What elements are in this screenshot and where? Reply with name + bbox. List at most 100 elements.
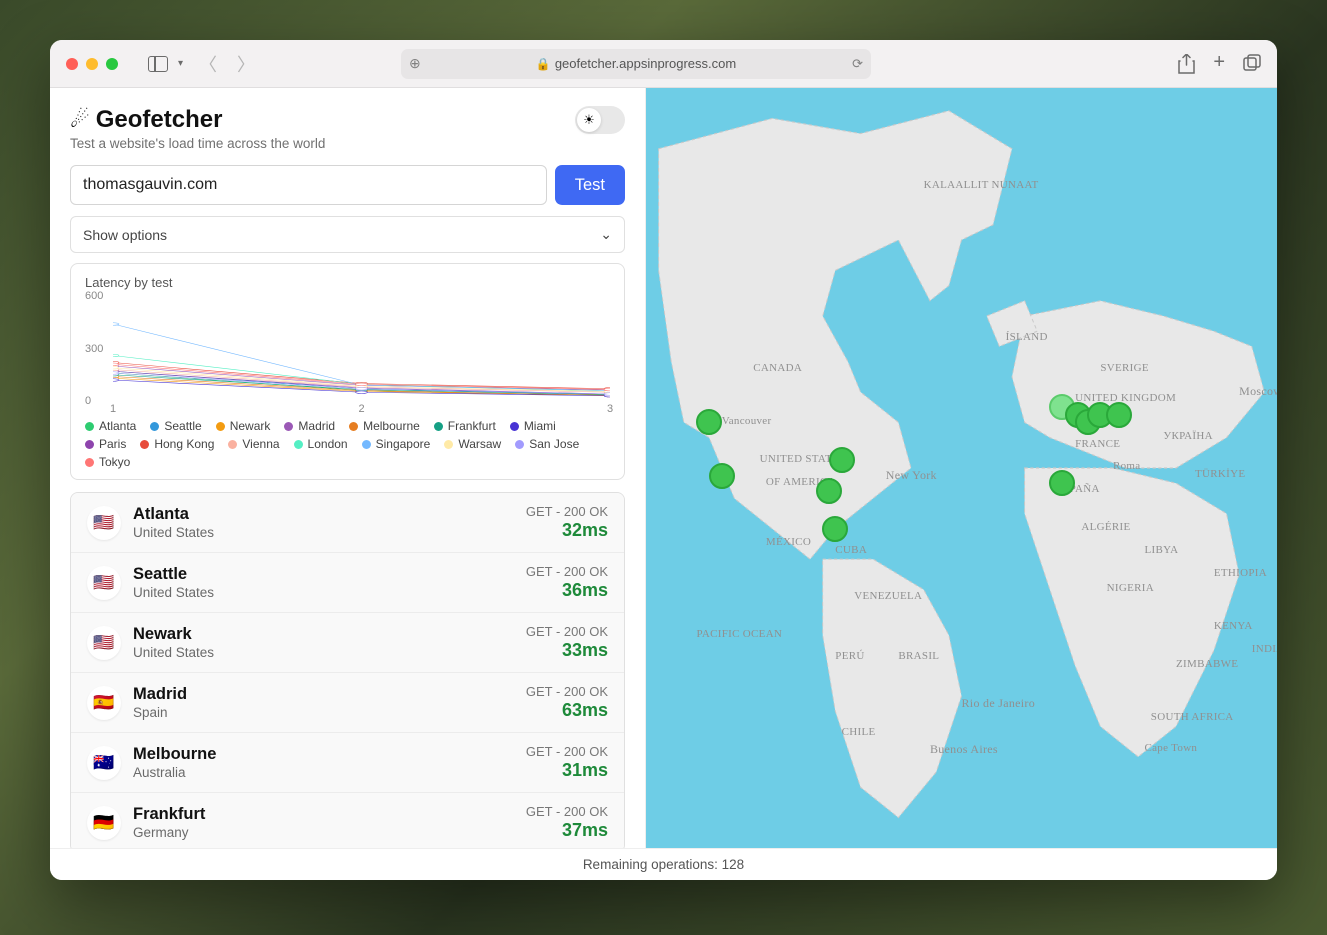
legend-dot-icon xyxy=(444,440,453,449)
map-label: УКРАЇНА xyxy=(1163,430,1212,442)
legend-dot-icon xyxy=(362,440,371,449)
world-map[interactable]: KALAALLIT NUNAATÍSLANDSVERIGEUNITED KING… xyxy=(646,88,1277,848)
legend-label: Paris xyxy=(99,437,126,451)
reload-icon[interactable]: ⟳ xyxy=(852,56,863,72)
legend-dot-icon xyxy=(85,458,94,467)
show-options-toggle[interactable]: Show options ⌄ xyxy=(70,216,625,253)
legend-item[interactable]: London xyxy=(294,437,348,451)
test-button[interactable]: Test xyxy=(555,165,625,205)
legend-item[interactable]: Atlanta xyxy=(85,419,136,433)
legend-item[interactable]: Singapore xyxy=(362,437,431,451)
result-row[interactable]: 🇺🇸NewarkUnited StatesGET - 200 OK33ms xyxy=(71,613,624,673)
chart-legend: Atlanta Seattle Newark Madrid Melbourne Frank… xyxy=(85,419,610,469)
map-marker[interactable] xyxy=(1049,470,1075,496)
maximize-window-icon[interactable] xyxy=(106,58,118,70)
result-latency: 36ms xyxy=(526,580,608,601)
footer: Remaining operations: 128 xyxy=(50,848,1277,880)
map-label: PERÚ xyxy=(835,650,864,662)
legend-item[interactable]: Vienna xyxy=(228,437,279,451)
map-label: CANADA xyxy=(753,362,802,374)
map-label: ETHIOPIA xyxy=(1214,567,1267,579)
close-window-icon[interactable] xyxy=(66,58,78,70)
result-row[interactable]: 🇺🇸AtlantaUnited StatesGET - 200 OK32ms xyxy=(71,493,624,553)
theme-toggle[interactable]: ☀ xyxy=(575,106,625,134)
map-label: KALAALLIT NUNAAT xyxy=(924,179,1039,191)
result-row[interactable]: 🇩🇪FrankfurtGermanyGET - 200 OK37ms xyxy=(71,793,624,848)
map-label: SOUTH AFRICA xyxy=(1151,711,1234,723)
legend-item[interactable]: Paris xyxy=(85,437,126,451)
map-label: Buenos Aires xyxy=(930,742,998,757)
sidebar-toggle-icon[interactable] xyxy=(148,56,168,72)
chevron-down-icon: ⌄ xyxy=(600,226,612,243)
legend-item[interactable]: Hong Kong xyxy=(140,437,214,451)
flag-icon: 🇺🇸 xyxy=(87,566,121,600)
flag-icon: 🇦🇺 xyxy=(87,746,121,780)
result-row[interactable]: 🇦🇺MelbourneAustraliaGET - 200 OK31ms xyxy=(71,733,624,793)
content: ☄ Geofetcher Test a website's load time … xyxy=(50,88,1277,848)
map-marker[interactable] xyxy=(696,409,722,435)
legend-item[interactable]: San Jose xyxy=(515,437,579,451)
map-label: CHILE xyxy=(842,726,876,738)
flag-icon: 🇪🇸 xyxy=(87,686,121,720)
map-label: Cape Town xyxy=(1144,742,1197,754)
remaining-operations: Remaining operations: 128 xyxy=(583,857,744,872)
map-marker[interactable] xyxy=(709,463,735,489)
result-status: GET - 200 OK xyxy=(526,744,608,759)
result-country: United States xyxy=(133,585,526,600)
legend-item[interactable]: Frankfurt xyxy=(434,419,496,433)
x-tick-label: 1 xyxy=(110,403,116,415)
result-country: Germany xyxy=(133,825,526,840)
result-latency: 33ms xyxy=(526,640,608,661)
map-marker[interactable] xyxy=(822,516,848,542)
legend-item[interactable]: Newark xyxy=(216,419,271,433)
address-bar[interactable]: ⊕ 🔒 geofetcher.appsinprogress.com ⟳ xyxy=(401,49,871,79)
x-tick-label: 2 xyxy=(358,403,364,415)
reader-icon[interactable]: ⊕ xyxy=(409,55,421,72)
map-marker[interactable] xyxy=(829,447,855,473)
minimize-window-icon[interactable] xyxy=(86,58,98,70)
map-label: NIGERIA xyxy=(1107,582,1154,594)
latency-chart-card: Latency by test 0300600123 Atlanta Seattl… xyxy=(70,263,625,480)
result-latency: 31ms xyxy=(526,760,608,781)
forward-button[interactable]: 〉 xyxy=(233,51,259,77)
x-tick-label: 3 xyxy=(607,403,613,415)
legend-label: San Jose xyxy=(529,437,579,451)
map-label: SVERIGE xyxy=(1100,362,1149,374)
back-button[interactable]: 〈 xyxy=(195,51,221,77)
legend-label: Atlanta xyxy=(99,419,136,433)
legend-label: Vienna xyxy=(242,437,279,451)
title-bar: ▾ 〈 〉 ⊕ 🔒 geofetcher.appsinprogress.com … xyxy=(50,40,1277,88)
legend-dot-icon xyxy=(216,422,225,431)
legend-item[interactable]: Seattle xyxy=(150,419,201,433)
legend-dot-icon xyxy=(294,440,303,449)
legend-item[interactable]: Melbourne xyxy=(349,419,420,433)
chevron-down-icon[interactable]: ▾ xyxy=(178,58,183,69)
result-row[interactable]: 🇪🇸MadridSpainGET - 200 OK63ms xyxy=(71,673,624,733)
legend-dot-icon xyxy=(515,440,524,449)
chart-title: Latency by test xyxy=(85,275,610,290)
new-tab-icon[interactable]: + xyxy=(1213,54,1225,74)
legend-item[interactable]: Tokyo xyxy=(85,455,130,469)
result-row[interactable]: 🇺🇸SeattleUnited StatesGET - 200 OK36ms xyxy=(71,553,624,613)
map-label: Moscow xyxy=(1239,384,1277,399)
latency-chart: 0300600123 xyxy=(85,296,610,401)
legend-item[interactable]: Warsaw xyxy=(444,437,501,451)
result-city: Newark xyxy=(133,625,526,644)
result-latency: 32ms xyxy=(526,520,608,541)
legend-label: Melbourne xyxy=(363,419,420,433)
url-input[interactable] xyxy=(70,165,547,205)
legend-item[interactable]: Madrid xyxy=(284,419,335,433)
map-label: ALGÉRIE xyxy=(1081,521,1130,533)
map-label: ZIMBABWE xyxy=(1176,658,1238,670)
legend-item[interactable]: Miami xyxy=(510,419,556,433)
show-options-label: Show options xyxy=(83,227,167,243)
share-icon[interactable] xyxy=(1178,54,1195,74)
lock-icon: 🔒 xyxy=(536,57,551,71)
map-marker[interactable] xyxy=(816,478,842,504)
flag-icon: 🇺🇸 xyxy=(87,506,121,540)
map-label: BRASIL xyxy=(898,650,939,662)
result-city: Frankfurt xyxy=(133,805,526,824)
result-country: United States xyxy=(133,525,526,540)
map-marker[interactable] xyxy=(1106,402,1132,428)
tabs-icon[interactable] xyxy=(1243,54,1261,74)
